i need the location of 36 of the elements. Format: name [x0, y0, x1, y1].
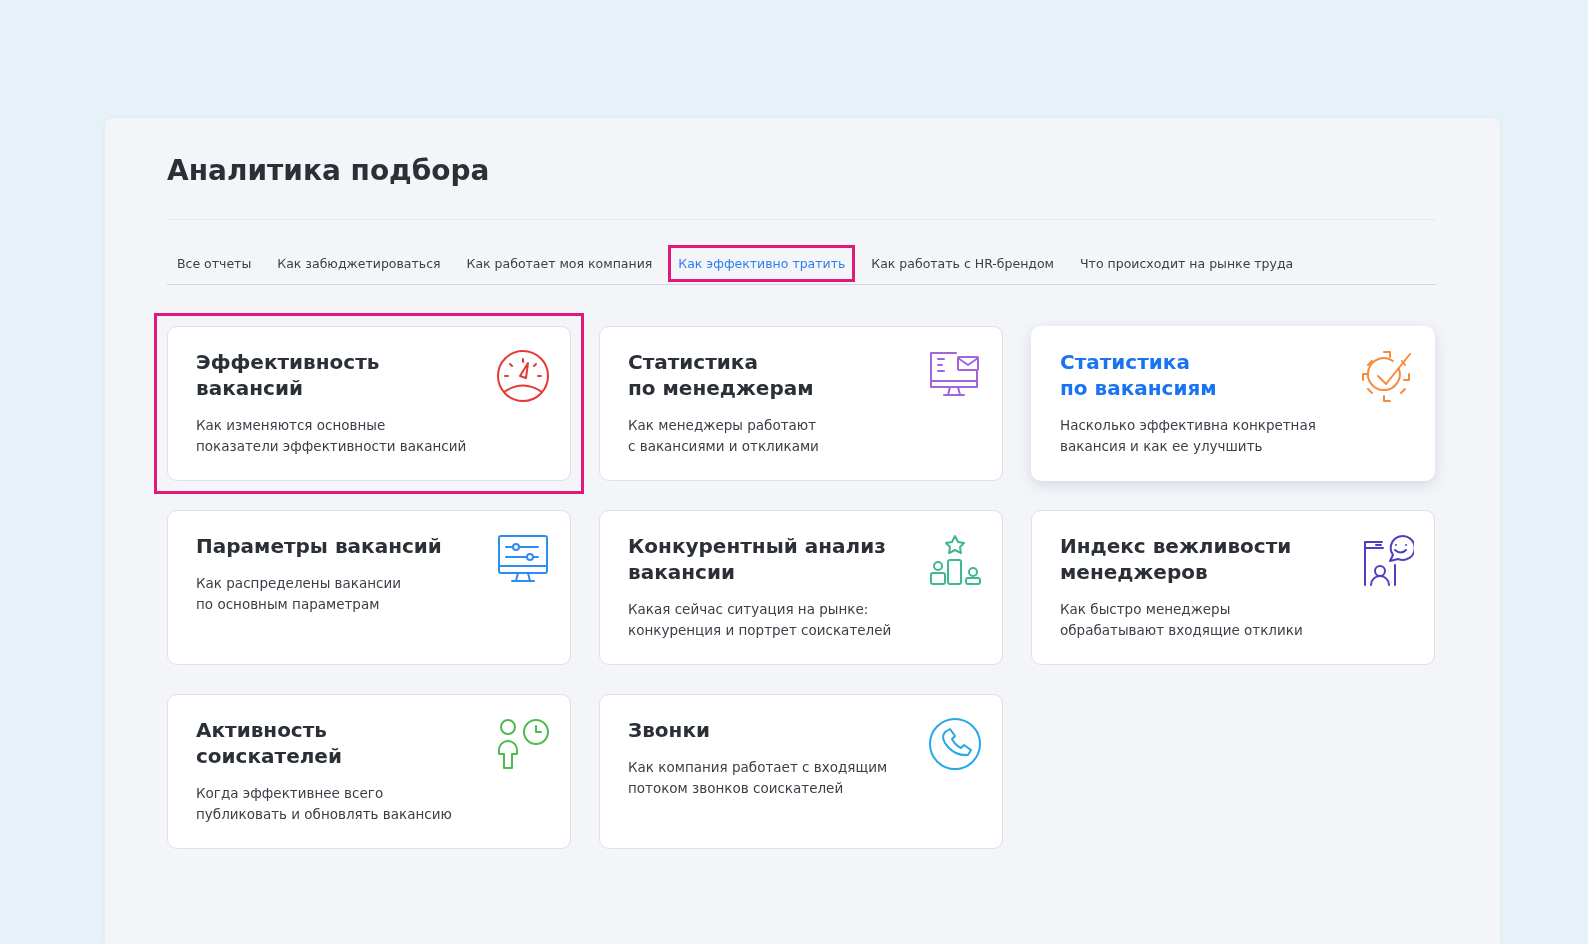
tab[interactable]: Что происходит на рынке труда: [1070, 244, 1304, 282]
report-card[interactable]: Параметры вакансий Как распределены вакансии по основным параметрам: [167, 510, 571, 665]
card-title: Индекс вежливости менеджеров: [1060, 533, 1293, 585]
report-card[interactable]: Активность соискателей Когда эффективнее всего публиковать и обновлять вакансию: [167, 694, 571, 849]
phone-handset-icon: [928, 717, 982, 771]
podium-star-icon: [928, 533, 982, 587]
card-description: Как распределены вакансии по основным параметрам: [196, 574, 403, 614]
card-description: Как компания работает с входящим потоком звонков соискателей: [628, 758, 888, 798]
card-title: Статистика по менеджерам: [628, 349, 815, 401]
card-title: Эффективность вакансий: [196, 349, 381, 401]
card-description: Как изменяются основные показатели эффективности вакансий: [196, 416, 467, 456]
report-card[interactable]: Конкурентный анализ вакансии Какая сейчас ситуация на рынке: конкуренция и портрет соискателей: [599, 510, 1003, 665]
card-title: Статистика по вакансиям: [1060, 349, 1218, 401]
card-description: Насколько эффективна конкретная вакансия и как ее улучшить: [1060, 416, 1316, 456]
card-description: Как менеджеры работают с вакансиями и откликами: [628, 416, 819, 456]
page-title: Аналитика подбора: [167, 154, 1436, 220]
report-card[interactable]: Статистика по менеджерам Как менеджеры работают с вакансиями и откликами: [599, 326, 1003, 481]
tab[interactable]: Как работать с HR-брендом: [861, 244, 1065, 282]
gear-checkmark-icon: [1360, 349, 1414, 403]
card-title: Активность соискателей: [196, 717, 343, 769]
report-card[interactable]: Эффективность вакансий Как изменяются основные показатели эффективности вакансий: [167, 326, 571, 481]
report-card[interactable]: Статистика по вакансиям Насколько эффективна конкретная вакансия и как ее улучшить: [1031, 326, 1435, 481]
tab[interactable]: Как забюджетироваться: [267, 244, 451, 282]
report-card[interactable]: Индекс вежливости менеджеров Как быстро менеджеры обрабатывают входящие отклики: [1031, 510, 1435, 665]
tab[interactable]: Как работает моя компания: [456, 244, 663, 282]
card-description: Как быстро менеджеры обрабатывают входящие отклики: [1060, 600, 1303, 640]
speedometer-icon: [496, 349, 550, 403]
card-title: Параметры вакансий: [196, 533, 442, 559]
tab[interactable]: Все отчеты: [167, 244, 262, 282]
card-title: Конкурентный анализ вакансии: [628, 533, 887, 585]
report-card[interactable]: Звонки Как компания работает с входящим потоком звонков соискателей: [599, 694, 1003, 849]
tab[interactable]: Как эффективно тратить: [668, 244, 856, 282]
person-clock-icon: [496, 717, 550, 771]
card-title: Звонки: [628, 717, 711, 743]
card-description: Когда эффективнее всего публиковать и обновлять вакансию: [196, 784, 452, 824]
card-description: Какая сейчас ситуация на рынке: конкуренция и портрет соискателей: [628, 600, 892, 640]
